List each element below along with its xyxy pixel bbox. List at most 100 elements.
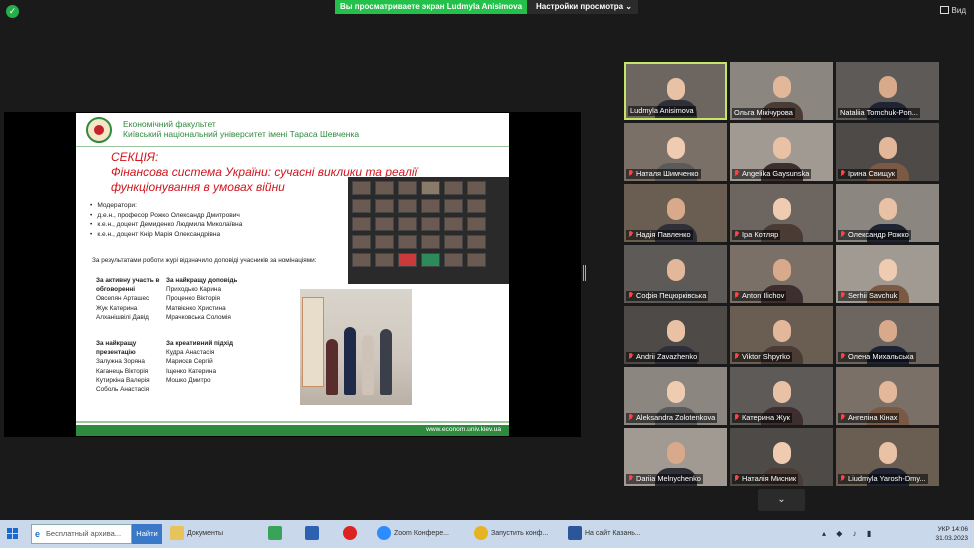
participant-name: Ольга Мікічурова [732, 108, 795, 118]
participant-name-text: Ірина Свищук [848, 169, 896, 178]
system-tray-icons[interactable]: ▴ ◆ ♪ ▮ [822, 529, 875, 538]
group-photo [300, 289, 412, 405]
muted-mic-icon [734, 231, 740, 238]
view-options-button[interactable]: Настройки просмотра ⌄ [527, 0, 638, 14]
nomination-title: За найкращу доповідь [166, 277, 238, 284]
taskbar-item-app[interactable] [268, 523, 290, 545]
find-button[interactable]: Найти [132, 524, 162, 544]
taskbar-item-documents[interactable]: Документы [170, 523, 236, 545]
participant-name: Олена Михальська [838, 352, 916, 362]
participant-name: Наталія Мисник [732, 474, 799, 484]
jury-note: За результатами роботи журі відзначило д… [92, 257, 317, 264]
taskbar-item-opera[interactable] [343, 523, 365, 545]
clock-time: 14:06 [951, 526, 968, 533]
taskbar-item-chrome[interactable]: Запустить конф... [474, 523, 560, 545]
participant-tile[interactable]: Наталя Шимченко [624, 123, 727, 181]
muted-mic-icon [840, 231, 846, 238]
participant-video [666, 78, 685, 100]
participant-name-text: Dariia Melnychenko [636, 474, 701, 483]
taskbar-search-input[interactable]: Бесплатный архива... [31, 524, 132, 544]
muted-mic-icon [734, 414, 740, 421]
participant-tile[interactable]: Ольга Мікічурова [730, 62, 833, 120]
muted-mic-icon [840, 170, 846, 177]
screen-share-banner: Вы просматриваете экран Ludmyla Anisimov… [335, 0, 527, 14]
grid-view-icon [939, 6, 949, 14]
participant-tile[interactable]: Ludmyla Anisimova [624, 62, 727, 120]
participant-name-text: Ольга Мікічурова [734, 108, 793, 117]
participant-name-text: Іра Котляр [742, 230, 779, 239]
participant-name-text: Софія Пецюрківська [636, 291, 707, 300]
nominee: Каганець Вікторія [96, 367, 149, 375]
participant-name: Dariia Melnychenko [626, 474, 703, 484]
participant-name-text: Viktor Shpyrko [742, 352, 790, 361]
participant-name: Liudmyla Yarosh-Dmy... [838, 474, 928, 484]
participant-tile[interactable]: Іра Котляр [730, 184, 833, 242]
participant-video [666, 381, 685, 403]
participant-tile[interactable]: Ірина Свищук [836, 123, 939, 181]
participant-tile[interactable]: Олена Михальська [836, 306, 939, 364]
participant-video [772, 198, 791, 220]
participant-tile[interactable]: Олександр Рожко [836, 184, 939, 242]
windows-start-icon[interactable] [7, 528, 19, 540]
participant-video [878, 198, 897, 220]
participant-name-text: Ludmyla Anisimova [630, 106, 694, 115]
participant-tile[interactable]: Катерина Жук [730, 367, 833, 425]
split-resize-handle[interactable] [583, 265, 586, 281]
slide-footer: www.econom.univ.kiev.ua [76, 425, 509, 436]
muted-mic-icon [734, 170, 740, 177]
word-icon [568, 526, 582, 541]
participant-tile[interactable]: Liudmyla Yarosh-Dmy... [836, 428, 939, 486]
participant-tile[interactable]: Andrii Zavazhenko [624, 306, 727, 364]
nominee: Жук Катерина [96, 304, 138, 312]
participant-tile[interactable]: Aleksandra Zolotenkova [624, 367, 727, 425]
participant-name: Ангеліна Кінах [838, 413, 900, 423]
participant-name-text: Angelika Gaysunska [742, 169, 810, 178]
header-divider [76, 146, 509, 147]
participant-video [772, 320, 791, 342]
participant-name-text: Liudmyla Yarosh-Dmy... [848, 474, 926, 483]
participant-tile[interactable]: Надія Павленко [624, 184, 727, 242]
nomination-title: За активну участь в [96, 277, 160, 284]
taskbar-item-zoom[interactable]: Zoom Конфере... [377, 523, 463, 545]
participant-video [878, 381, 897, 403]
muted-mic-icon [628, 292, 634, 299]
zoom-gallery-screenshot [348, 177, 509, 284]
participant-tile[interactable]: Nataliia Tomchuk-Pon... [836, 62, 939, 120]
participant-name: Наталя Шимченко [626, 169, 701, 179]
participant-tile[interactable]: Софія Пецюрківська [624, 245, 727, 303]
folder-icon [170, 526, 184, 541]
participant-tile[interactable]: Наталія Мисник [730, 428, 833, 486]
windows-taskbar: Бесплатный архива... Найти Документы Zoo… [0, 520, 974, 548]
nomination-active: За активну участь в обговоренні Овсепян … [96, 276, 159, 322]
nomination-best-report: За найкращу доповідь Приходько Карина Пр… [166, 276, 237, 322]
participant-tile[interactable]: Viktor Shpyrko [730, 306, 833, 364]
website-link: www.econom.univ.kiev.ua [426, 426, 501, 433]
nominee: Мошко Дмитро [166, 376, 211, 384]
participant-tile[interactable]: Dariia Melnychenko [624, 428, 727, 486]
nominee: Кудра Анастасія [166, 349, 215, 357]
taskbar-item-app[interactable] [305, 523, 327, 545]
chrome-icon [474, 526, 488, 541]
participant-tile[interactable]: Anton Ilichov [730, 245, 833, 303]
participant-video [666, 320, 685, 342]
participant-tile[interactable]: Ангеліна Кінах [836, 367, 939, 425]
muted-mic-icon [628, 414, 634, 421]
security-shield-icon[interactable]: ✓ [6, 5, 19, 18]
taskbar-item-label: На сайт Казань... [585, 530, 641, 537]
participant-name-text: Наталія Мисник [742, 474, 797, 483]
nominee: Алханішвілі Давід [96, 313, 149, 321]
system-clock[interactable]: УКР 14:06 31.03.2023 [935, 525, 968, 543]
taskbar-item-word[interactable]: На сайт Казань... [568, 523, 654, 545]
taskbar-item-label: Документы [187, 530, 224, 537]
view-button[interactable]: Вид [939, 6, 966, 15]
muted-mic-icon [840, 475, 846, 482]
presentation-slide: Економічний факультет Київський націонал… [76, 113, 509, 436]
participant-tile[interactable]: Angelika Gaysunska [730, 123, 833, 181]
participant-video [772, 381, 791, 403]
muted-mic-icon [734, 475, 740, 482]
next-page-chevron-icon[interactable]: ⌄ [758, 489, 805, 511]
participant-name-text: Ангеліна Кінах [848, 413, 898, 422]
participant-tile[interactable]: Serhii Savchuk [836, 245, 939, 303]
nominee: Кутиркіна Валерія [96, 376, 150, 384]
nominee: Матвієнко Христина [166, 304, 226, 312]
